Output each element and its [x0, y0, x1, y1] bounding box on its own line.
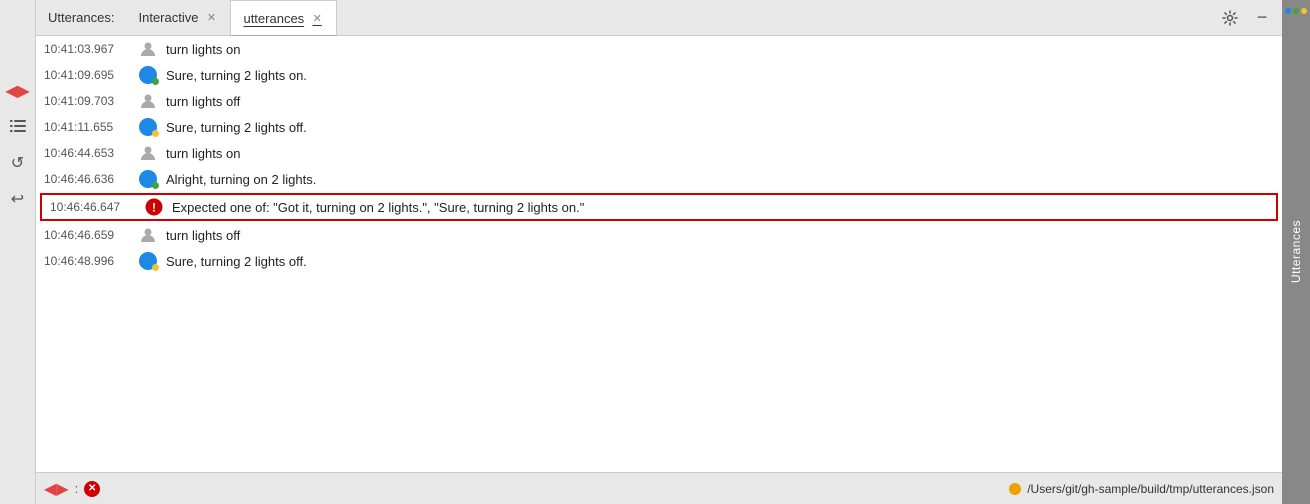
svg-text:!: ! [152, 201, 156, 215]
bot-avatar-area [134, 66, 162, 84]
timestamp: 10:46:46.636 [44, 172, 134, 186]
right-sidebar-label: Utterances [1289, 220, 1303, 283]
timestamp: 10:41:03.967 [44, 42, 134, 56]
tab-utterances-label: utterances [243, 11, 304, 26]
utterance-text: turn lights off [166, 228, 1270, 243]
content-area: 10:41:03.967 turn lights on 10:41:09.695 [36, 36, 1282, 472]
file-dot-icon [1009, 483, 1021, 495]
utterance-row: 10:41:09.703 turn lights off [36, 88, 1282, 114]
bot-icon [139, 170, 157, 188]
minimize-icon[interactable]: − [1250, 6, 1274, 30]
green-dot [1293, 8, 1299, 14]
utterance-text: Alright, turning on 2 lights. [166, 172, 1270, 187]
timestamp: 10:41:11.655 [44, 120, 134, 134]
refresh-icon[interactable]: ↺ [7, 152, 29, 174]
utterance-text: turn lights on [166, 42, 1270, 57]
timestamp: 10:41:09.703 [44, 94, 134, 108]
utterance-row: 10:41:09.695 Sure, turning 2 lights on. [36, 62, 1282, 88]
settings-icon[interactable] [1218, 6, 1242, 30]
utterance-row: 10:41:11.655 Sure, turning 2 lights off. [36, 114, 1282, 140]
error-icon: ! [145, 198, 163, 216]
timestamp: 10:46:46.647 [50, 200, 140, 214]
utterance-row: 10:46:46.659 turn lights off [36, 222, 1282, 248]
tab-utterances-close[interactable]: ✕ [310, 11, 324, 25]
user-avatar-area [134, 39, 162, 59]
list-icon[interactable] [7, 116, 29, 138]
yellow-dot [1301, 8, 1307, 14]
separator: : [75, 481, 79, 496]
left-sidebar: ◀▶ ↺ ↩ [0, 0, 36, 504]
bot-icon [139, 66, 157, 84]
utterance-text: Sure, turning 2 lights off. [166, 254, 1270, 269]
play-pause-button[interactable]: ◀▶ [44, 479, 69, 499]
utterance-row: 10:46:44.653 turn lights on [36, 140, 1282, 166]
utterance-text: turn lights off [166, 94, 1270, 109]
bot-avatar-area [134, 252, 162, 270]
bot-icon [139, 118, 157, 136]
tab-interactive[interactable]: Interactive ✕ [126, 0, 230, 36]
error-avatar-area: ! [140, 198, 168, 216]
error-utterance-row: 10:46:46.647 ! Expected one of: "Got it,… [40, 193, 1278, 221]
bot-avatar-area [134, 118, 162, 136]
user-avatar-area [134, 225, 162, 245]
file-path-label: /Users/git/gh-sample/build/tmp/utterance… [1027, 482, 1274, 496]
play-icon[interactable]: ◀▶ [7, 80, 29, 102]
utterance-row: 10:41:03.967 turn lights on [36, 36, 1282, 62]
timestamp: 10:46:44.653 [44, 146, 134, 160]
bot-avatar-area [134, 170, 162, 188]
tab-interactive-close[interactable]: ✕ [204, 11, 218, 25]
sidebar-dots [1285, 8, 1307, 14]
utterance-row: 10:46:46.636 Alright, turning on 2 light… [36, 166, 1282, 192]
user-avatar-area [134, 143, 162, 163]
utterance-row: 10:46:48.996 Sure, turning 2 lights off. [36, 248, 1282, 274]
utterances-prefix-label: Utterances: [44, 10, 118, 25]
tab-actions: − [1218, 6, 1282, 30]
timestamp: 10:41:09.695 [44, 68, 134, 82]
error-badge: ✕ [84, 481, 100, 497]
utterance-text: Sure, turning 2 lights on. [166, 68, 1270, 83]
timestamp: 10:46:46.659 [44, 228, 134, 242]
main-area: Utterances: Interactive ✕ utterances ✕ −… [36, 0, 1282, 504]
right-sidebar[interactable]: Utterances [1282, 0, 1310, 504]
user-icon [138, 91, 158, 111]
utterance-text: turn lights on [166, 146, 1270, 161]
bottom-bar: ◀▶ : ✕ /Users/git/gh-sample/build/tmp/ut… [36, 472, 1282, 504]
undo-icon[interactable]: ↩ [7, 188, 29, 210]
user-avatar-area [134, 91, 162, 111]
user-icon [138, 143, 158, 163]
tab-interactive-label: Interactive [138, 10, 198, 25]
timestamp: 10:46:48.996 [44, 254, 134, 268]
tab-utterances[interactable]: utterances ✕ [230, 0, 337, 36]
user-icon [138, 39, 158, 59]
utterance-text: Sure, turning 2 lights off. [166, 120, 1270, 135]
bot-icon [139, 252, 157, 270]
blue-dot [1285, 8, 1291, 14]
user-icon [138, 225, 158, 245]
error-text: Expected one of: "Got it, turning on 2 l… [172, 200, 1268, 215]
tab-bar: Utterances: Interactive ✕ utterances ✕ − [36, 0, 1282, 36]
